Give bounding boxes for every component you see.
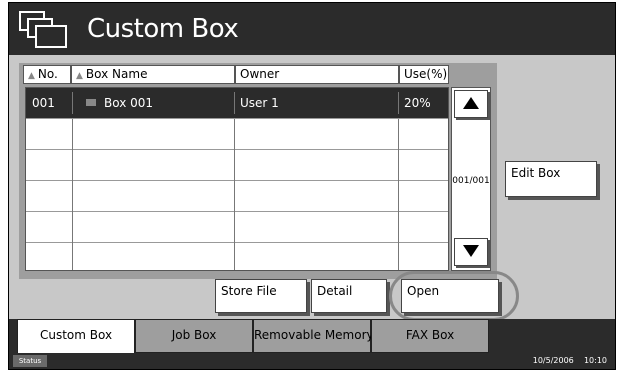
- table-row[interactable]: [26, 150, 448, 181]
- status-button[interactable]: Status: [13, 355, 47, 367]
- open-highlight-ring: [389, 271, 519, 321]
- tab-removable-memory[interactable]: Removable Memory: [253, 319, 374, 353]
- sort-triangle-icon: ▲: [28, 71, 35, 81]
- page-indicator: 001/001: [452, 176, 490, 186]
- custom-box-icon: [19, 11, 67, 48]
- column-divider: [72, 92, 73, 114]
- table-row[interactable]: [26, 243, 448, 274]
- edit-box-button[interactable]: Edit Box: [505, 161, 597, 197]
- box-list-panel: ▲ No. ▲ Box Name Owner Use(%) 001 Box 001 …: [19, 63, 497, 279]
- device-panel: Custom Box ▲ No. ▲ Box Name Owner Use(%) 0…: [8, 2, 616, 370]
- list-header: ▲ No. ▲ Box Name Owner Use(%): [19, 63, 497, 84]
- column-divider: [72, 119, 73, 270]
- header-no-label: No.: [37, 67, 58, 81]
- sort-no-header[interactable]: ▲ No.: [23, 65, 71, 84]
- tab-fax-box[interactable]: FAX Box: [371, 319, 489, 353]
- row-name: Box 001: [74, 88, 234, 118]
- page-title: Custom Box: [87, 14, 239, 44]
- scroll-down-button[interactable]: [454, 238, 488, 266]
- use-header: Use(%): [399, 65, 449, 84]
- store-file-button[interactable]: Store File: [215, 279, 307, 313]
- tab-job-box[interactable]: Job Box: [135, 319, 253, 353]
- down-arrow-icon: [463, 245, 479, 257]
- folder-icon: [86, 99, 96, 106]
- box-table: 001 Box 001 User 1 20%: [25, 87, 449, 271]
- up-arrow-icon: [463, 97, 479, 109]
- status-bar: [9, 353, 615, 369]
- date-text: 10/5/2006: [532, 356, 574, 365]
- row-no: 001: [32, 96, 55, 110]
- table-row[interactable]: [26, 181, 448, 212]
- title-bar: Custom Box: [9, 3, 615, 55]
- column-divider: [398, 92, 399, 114]
- column-divider: [234, 119, 235, 270]
- list-scrollbar: 001/001: [451, 87, 491, 271]
- date-time: 10/5/2006 10:10: [533, 354, 607, 368]
- row-owner: User 1: [240, 96, 279, 110]
- header-owner-label: Owner: [240, 67, 280, 81]
- scroll-up-button[interactable]: [454, 90, 488, 118]
- time-text: 10:10: [583, 356, 607, 365]
- sort-name-header[interactable]: ▲ Box Name: [71, 65, 235, 84]
- tab-custom-box[interactable]: Custom Box: [17, 319, 135, 353]
- header-use-label: Use(%): [404, 67, 448, 81]
- column-divider: [234, 92, 235, 114]
- row-name-text: Box 001: [104, 96, 154, 110]
- row-use: 20%: [404, 96, 431, 110]
- detail-button[interactable]: Detail: [311, 279, 387, 313]
- sort-triangle-icon: ▲: [76, 71, 83, 81]
- header-name-label: Box Name: [85, 67, 148, 81]
- table-row[interactable]: [26, 119, 448, 150]
- table-row[interactable]: 001 Box 001 User 1 20%: [26, 88, 448, 119]
- column-divider: [398, 119, 399, 270]
- table-row[interactable]: [26, 212, 448, 243]
- owner-header: Owner: [235, 65, 399, 84]
